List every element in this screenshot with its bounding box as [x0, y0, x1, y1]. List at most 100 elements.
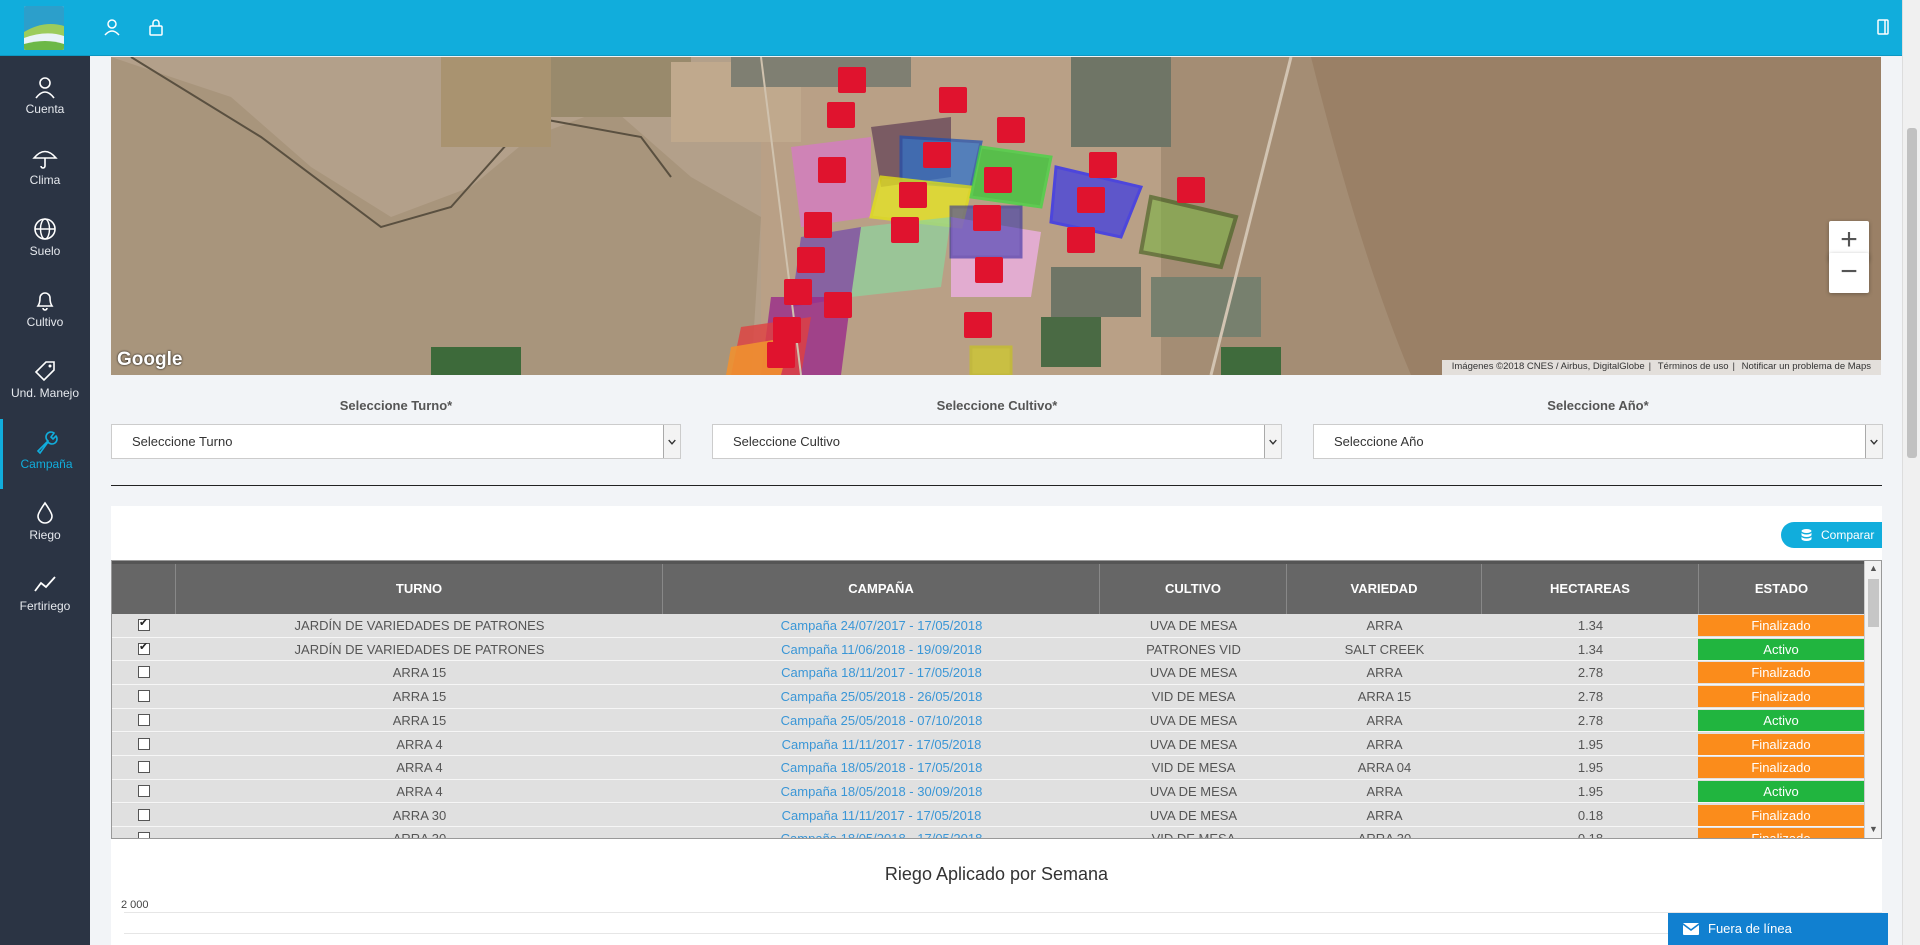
trend-icon [32, 571, 58, 597]
cell-hectareas: 0.18 [1577, 807, 1604, 823]
chevron-down-icon [663, 425, 680, 458]
y-axis-tick: 2 000 [121, 899, 149, 911]
app-logo[interactable] [24, 6, 64, 50]
scroll-down-icon[interactable]: ▼ [1868, 824, 1879, 835]
user-icon[interactable] [102, 17, 122, 37]
satellite-map[interactable]: + − Google Imágenes ©2018 CNES / Airbus,… [111, 57, 1881, 375]
table-scrollbar[interactable]: ▲ ▼ [1864, 561, 1881, 838]
table-row[interactable]: ARRA 30 Campaña 11/11/2017 - 17/05/2018 UV… [112, 803, 1864, 828]
table-row[interactable]: ARRA 30 Campaña 18/05/2018 - 17/05/2018 VI… [112, 827, 1864, 839]
row-checkbox[interactable] [138, 784, 150, 797]
status-badge: Activo [1698, 638, 1864, 660]
table-row[interactable]: ARRA 15 Campaña 25/05/2018 - 26/05/2018 VI… [112, 685, 1864, 709]
table-row[interactable]: ARRA 4 Campaña 18/05/2018 - 30/09/2018 UVA… [112, 779, 1864, 804]
table-row[interactable]: JARDÍN DE VARIEDADES DE PATRONES Campaña … [112, 614, 1864, 638]
row-checkbox[interactable] [138, 761, 150, 774]
table-row[interactable]: ARRA 15 Campaña 25/05/2018 - 07/10/2018 UV… [112, 708, 1864, 733]
sidebar-item-campana[interactable]: Campaña [0, 419, 90, 489]
cell-turno: ARRA 4 [396, 760, 443, 776]
envelope-icon [1683, 923, 1699, 935]
map-report-link[interactable]: Notificar un problema de Maps [1742, 361, 1871, 372]
sidebar-item-cultivo[interactable]: Cultivo [0, 277, 90, 347]
row-checkbox[interactable] [138, 737, 150, 750]
sidebar-item-suelo[interactable]: Suelo [0, 206, 90, 276]
row-checkbox[interactable] [138, 808, 150, 821]
sidebar-item-clima[interactable]: Clima [0, 135, 90, 205]
cell-cultivo: UVA DE MESA [1149, 783, 1238, 799]
sidebar-item-cuenta[interactable]: Cuenta [0, 64, 90, 134]
cell-campana[interactable]: Campaña 11/11/2017 - 17/05/2018 [663, 733, 1100, 756]
offline-chat-button[interactable]: Fuera de línea [1668, 913, 1888, 945]
cell-cultivo: UVA DE MESA [1149, 807, 1238, 823]
column-header-variedad[interactable]: VARIEDAD [1287, 564, 1482, 614]
sidebar-item-label: Cultivo [26, 315, 64, 329]
anio-select[interactable]: Seleccione Año [1313, 424, 1883, 459]
table-row[interactable]: ARRA 4 Campaña 11/11/2017 - 17/05/2018 UVA… [112, 732, 1864, 757]
scrollbar-thumb[interactable] [1907, 128, 1917, 458]
status-badge: Finalizado [1698, 757, 1864, 779]
cell-campana[interactable]: Campaña 25/05/2018 - 07/10/2018 [663, 709, 1100, 732]
row-checkbox[interactable] [138, 690, 150, 703]
cell-variedad: ARRA [1366, 618, 1403, 633]
sidebar-item-und-manejo[interactable]: Und. Manejo [0, 348, 90, 418]
column-header-campana[interactable]: CAMPAÑA [663, 564, 1100, 614]
zoom-out-button[interactable]: − [1829, 253, 1869, 293]
anio-label: Seleccione Año* [1547, 398, 1649, 413]
status-badge: Finalizado [1698, 733, 1864, 755]
row-checkbox[interactable] [138, 666, 150, 679]
cell-cultivo: UVA DE MESA [1149, 618, 1238, 633]
turno-label: Seleccione Turno* [339, 398, 453, 413]
cell-campana[interactable]: Campaña 18/05/2018 - 30/09/2018 [663, 780, 1100, 803]
cell-campana[interactable]: Campaña 18/11/2017 - 17/05/2018 [663, 661, 1100, 684]
status-badge: Activo [1698, 709, 1864, 731]
status-badge: Finalizado [1698, 662, 1864, 684]
table-row[interactable]: JARDÍN DE VARIEDADES DE PATRONES Campaña … [112, 637, 1864, 662]
status-badge: Finalizado [1698, 828, 1864, 838]
cell-campana[interactable]: Campaña 18/05/2018 - 17/05/2018 [663, 827, 1100, 838]
row-checkbox[interactable] [138, 640, 150, 655]
sidebar-item-fertiriego[interactable]: Fertiriego [0, 561, 90, 631]
cell-cultivo: UVA DE MESA [1149, 665, 1238, 681]
cell-hectareas: 2.78 [1577, 665, 1604, 681]
user-icon [32, 74, 58, 100]
cell-cultivo: VID DE MESA [1151, 831, 1236, 839]
cell-campana[interactable]: Campaña 25/05/2018 - 26/05/2018 [663, 685, 1100, 708]
scroll-up-icon[interactable]: ▲ [1868, 563, 1879, 574]
cell-turno: ARRA 15 [392, 665, 447, 681]
cell-campana[interactable]: Campaña 24/07/2017 - 17/05/2018 [663, 614, 1100, 637]
row-checkbox[interactable] [138, 616, 150, 631]
row-checkbox[interactable] [138, 832, 150, 838]
cell-campana[interactable]: Campaña 11/11/2017 - 17/05/2018 [663, 804, 1100, 827]
tag-icon [32, 358, 58, 384]
map-attribution: Imágenes ©2018 CNES / Airbus, DigitalGlo… [1441, 360, 1881, 375]
cell-turno: ARRA 4 [396, 783, 443, 799]
row-checkbox[interactable] [138, 713, 150, 726]
cell-turno: JARDÍN DE VARIEDADES DE PATRONES [294, 618, 545, 633]
compare-button[interactable]: Comparar [1781, 522, 1882, 548]
turno-select[interactable]: Seleccione Turno [111, 424, 681, 459]
scrollbar-thumb[interactable] [1868, 579, 1879, 627]
turno-filter: Seleccione Turno* Seleccione Turno [111, 398, 681, 459]
chart-title: Riego Aplicado por Semana [884, 864, 1109, 884]
cell-turno: ARRA 30 [392, 831, 447, 839]
table-row[interactable]: ARRA 15 Campaña 18/11/2017 - 17/05/2018 UV… [112, 661, 1864, 685]
map-terms-link[interactable]: Términos de uso [1658, 361, 1729, 372]
status-badge: Finalizado [1698, 615, 1864, 636]
column-header-estado[interactable]: ESTADO [1699, 564, 1864, 614]
column-header-cultivo[interactable]: CULTIVO [1100, 564, 1287, 614]
sidebar-item-label: Cuenta [25, 102, 65, 116]
cell-campana[interactable]: Campaña 18/05/2018 - 17/05/2018 [663, 756, 1100, 779]
page-scrollbar[interactable] [1902, 0, 1920, 945]
cell-hectareas: 2.78 [1577, 712, 1604, 728]
column-header-hectareas[interactable]: HECTAREAS [1482, 564, 1699, 614]
sidebar-toggle-icon[interactable] [1873, 17, 1893, 37]
cell-campana[interactable]: Campaña 11/06/2018 - 19/09/2018 [663, 638, 1100, 661]
table-row[interactable]: ARRA 4 Campaña 18/05/2018 - 17/05/2018 VID… [112, 756, 1864, 780]
cultivo-select[interactable]: Seleccione Cultivo [712, 424, 1282, 459]
column-header-turno[interactable]: TURNO [176, 564, 663, 614]
lock-icon[interactable] [146, 17, 166, 37]
cell-variedad: ARRA 30 [1357, 831, 1412, 839]
cell-turno: ARRA 15 [392, 689, 447, 705]
globe-icon [32, 216, 58, 242]
sidebar-item-riego[interactable]: Riego [0, 490, 90, 560]
